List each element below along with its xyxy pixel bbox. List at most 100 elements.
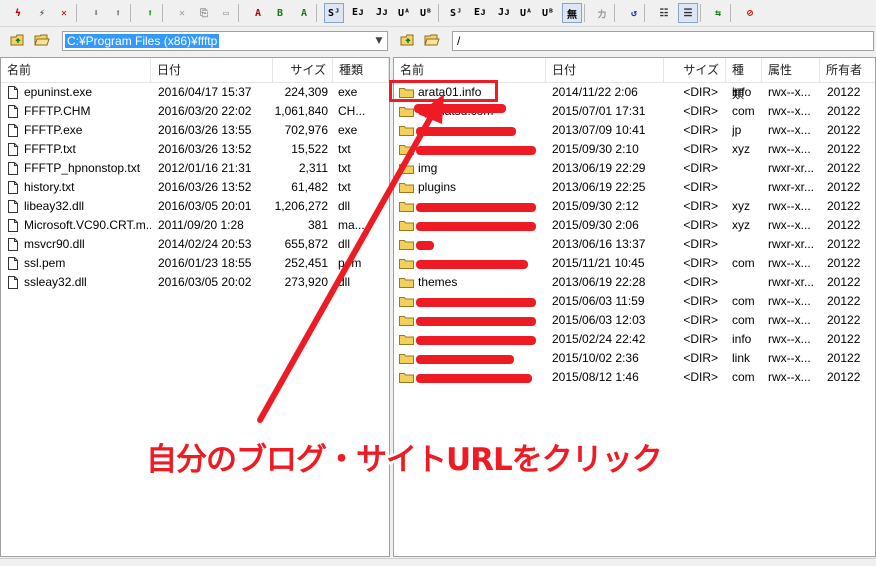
kanji-utf8bom-local-icon[interactable]: Uᴮ [538, 3, 558, 23]
dir-attr: rwx--x... [768, 123, 811, 137]
kanji-utf8-host-icon[interactable]: Uᴬ [394, 3, 414, 23]
remote-path-text[interactable]: / [455, 34, 462, 48]
list-view-icon[interactable]: ☷ [654, 3, 674, 23]
quick-connect-icon[interactable]: ⚡ [32, 3, 52, 23]
local-file-row[interactable]: ssleay32.dll 2016/03/05 20:02 273,920 dll [1, 273, 389, 292]
local-file-row[interactable]: ssl.pem 2016/01/23 18:55 252,451 pem [1, 254, 389, 273]
delete-icon[interactable]: ✕ [172, 3, 192, 23]
ascii-mode-icon[interactable]: A [248, 3, 268, 23]
refresh-icon[interactable]: ↺ [624, 3, 644, 23]
local-col-size[interactable]: サイズ [273, 58, 333, 82]
remote-file-list[interactable]: 名前 日付 サイズ 種類 属性 所有者 arata01.info 2014/11/… [393, 57, 876, 557]
remote-dir-row[interactable]: plugins 2013/06/19 22:25 <DIR> rwxr-xr... 20… [394, 178, 875, 197]
dir-size: <DIR> [683, 104, 718, 118]
local-file-row[interactable]: FFFTP.txt 2016/03/26 13:52 15,522 txt [1, 140, 389, 159]
kana-conversion-icon[interactable]: カ [592, 3, 612, 23]
upload-icon[interactable]: ⬆ [108, 3, 128, 23]
local-file-row[interactable]: epuninst.exe 2016/04/17 15:37 224,309 exe [1, 83, 389, 102]
remote-dir-row[interactable]: 2015/06/03 11:59 <DIR> com rwx--x... 20122 [394, 292, 875, 311]
connect-icon[interactable]: ϟ [8, 3, 28, 23]
remote-col-owner[interactable]: 所有者 [820, 58, 875, 82]
remote-col-date[interactable]: 日付 [546, 58, 664, 82]
disconnect-icon[interactable]: ✕ [54, 3, 74, 23]
local-col-date[interactable]: 日付 [151, 58, 273, 82]
remote-dir-row[interactable]: 2015/09/30 2:10 <DIR> xyz rwx--x... 20122 [394, 140, 875, 159]
redaction-mark [416, 222, 536, 231]
mirror-upload-icon[interactable]: ⬆ [140, 3, 160, 23]
file-name: ssleay32.dll [24, 275, 87, 289]
folder-icon [399, 259, 414, 269]
remote-dir-row[interactable]: oy-matsu.com2015/07/01 17:31<DIR>comrwx-… [394, 102, 875, 121]
folder-icon [399, 278, 414, 288]
remote-dir-row[interactable]: 2015/02/24 22:42 <DIR> info rwx--x... 20122 [394, 330, 875, 349]
file-date: 2016/03/05 20:02 [158, 275, 252, 289]
remote-dir-row[interactable]: 2015/09/30 2:06 <DIR> xyz rwx--x... 20122 [394, 216, 875, 235]
kanji-euc-host-icon[interactable]: Eᴊ [348, 3, 368, 23]
remote-col-type[interactable]: 種類 [726, 58, 762, 101]
abort-icon[interactable]: ⊘ [740, 3, 760, 23]
local-file-row[interactable]: FFFTP_hpnonstop.txt 2012/01/16 21:31 2,311… [1, 159, 389, 178]
file-size: 1,206,272 [274, 199, 328, 213]
chevron-down-icon[interactable]: ▼ [373, 34, 385, 48]
kanji-jis-host-icon[interactable]: Jᴊ [372, 3, 392, 23]
remote-dir-row[interactable]: img 2013/06/19 22:29 <DIR> rwxr-xr... 20122 [394, 159, 875, 178]
download-icon[interactable]: ⬇ [86, 3, 106, 23]
file-date: 2016/03/26 13:52 [158, 180, 252, 194]
file-name: libeay32.dll [24, 199, 85, 213]
remote-dir-row[interactable]: themes 2013/06/19 22:28 <DIR> rwxr-xr... 201… [394, 273, 875, 292]
dir-type: link [732, 351, 751, 365]
local-path-combo[interactable]: C:¥Program Files (x86)¥ffftp ▼ [62, 31, 388, 51]
file-name: FFFTP.txt [24, 142, 76, 156]
file-icon [8, 219, 18, 232]
kanji-sjis-host-icon[interactable]: Sᴶ [324, 3, 344, 23]
local-file-row[interactable]: history.txt 2016/03/26 13:52 61,482 txt [1, 178, 389, 197]
local-file-list[interactable]: 名前 日付 サイズ 種類 epuninst.exe 2016/04/17 15:3… [0, 57, 390, 557]
toolbar-separator [614, 4, 615, 22]
remote-dir-row[interactable]: 2015/09/30 2:12 <DIR> xyz rwx--x... 20122 [394, 197, 875, 216]
remote-dir-row[interactable]: 2013/07/09 10:41 <DIR> jp rwx--x... 20122 [394, 121, 875, 140]
auto-mode-icon[interactable]: A [294, 3, 314, 23]
kanji-sjis-local-icon[interactable]: Sᴶ [446, 3, 466, 23]
remote-up-folder-icon[interactable] [398, 31, 418, 49]
local-open-folder-icon[interactable] [32, 31, 52, 49]
remote-col-name[interactable]: 名前 [394, 58, 546, 82]
kanji-utf8-local-icon[interactable]: Uᴬ [516, 3, 536, 23]
kanji-euc-local-icon[interactable]: Eᴊ [470, 3, 490, 23]
remote-path-combo[interactable]: / [452, 31, 874, 51]
remote-col-size[interactable]: サイズ [664, 58, 726, 82]
no-conversion-icon[interactable]: 無 [562, 3, 582, 23]
remote-dir-row[interactable]: 2015/10/02 2:36 <DIR> link rwx--x... 20122 [394, 349, 875, 368]
dir-attr: rwx--x... [768, 332, 811, 346]
dir-type: info [732, 332, 752, 346]
local-file-row[interactable]: Microsoft.VC90.CRT.m... 2011/09/20 1:28 38… [1, 216, 389, 235]
local-file-row[interactable]: FFFTP.CHM 2016/03/20 22:02 1,061,840 CH... [1, 102, 389, 121]
remote-dir-row[interactable]: 2015/08/12 1:46 <DIR> com rwx--x... 20122 [394, 368, 875, 387]
detail-view-icon[interactable]: ☰ [678, 3, 698, 23]
dir-size: <DIR> [683, 218, 718, 232]
binary-mode-icon[interactable]: B [270, 3, 290, 23]
remote-col-attr[interactable]: 属性 [762, 58, 820, 82]
file-icon [8, 162, 18, 175]
kanji-jis-local-icon[interactable]: Jᴊ [494, 3, 514, 23]
file-icon [8, 200, 18, 213]
local-file-row[interactable]: msvcr90.dll 2014/02/24 20:53 655,872 dll [1, 235, 389, 254]
remote-dir-row[interactable]: 2015/06/03 12:03 <DIR> com rwx--x... 20122 [394, 311, 875, 330]
kanji-utf8bom-host-icon[interactable]: Uᴮ [416, 3, 436, 23]
local-up-folder-icon[interactable] [8, 31, 28, 49]
local-path-text[interactable]: C:¥Program Files (x86)¥ffftp [65, 34, 220, 48]
remote-dir-row[interactable]: 2013/06/16 13:37 <DIR> rwxr-xr... 20122 [394, 235, 875, 254]
mkdir-icon[interactable]: ▭ [216, 3, 236, 23]
rename-icon[interactable]: ⎘ [194, 3, 214, 23]
file-name: history.txt [24, 180, 75, 194]
remote-open-folder-icon[interactable] [422, 31, 442, 49]
remote-dir-row[interactable]: 2015/11/21 10:45 <DIR> com rwx--x... 20122 [394, 254, 875, 273]
local-col-name[interactable]: 名前 [1, 58, 151, 82]
local-col-type[interactable]: 種類 [333, 58, 389, 82]
dir-name [418, 235, 544, 254]
file-size: 273,920 [284, 275, 328, 289]
dir-date: 2015/07/01 17:31 [552, 104, 646, 118]
sync-folders-icon[interactable]: ⇆ [708, 3, 728, 23]
folder-icon [399, 373, 414, 383]
local-file-row[interactable]: FFFTP.exe 2016/03/26 13:55 702,976 exe [1, 121, 389, 140]
local-file-row[interactable]: libeay32.dll 2016/03/05 20:01 1,206,272 dll [1, 197, 389, 216]
